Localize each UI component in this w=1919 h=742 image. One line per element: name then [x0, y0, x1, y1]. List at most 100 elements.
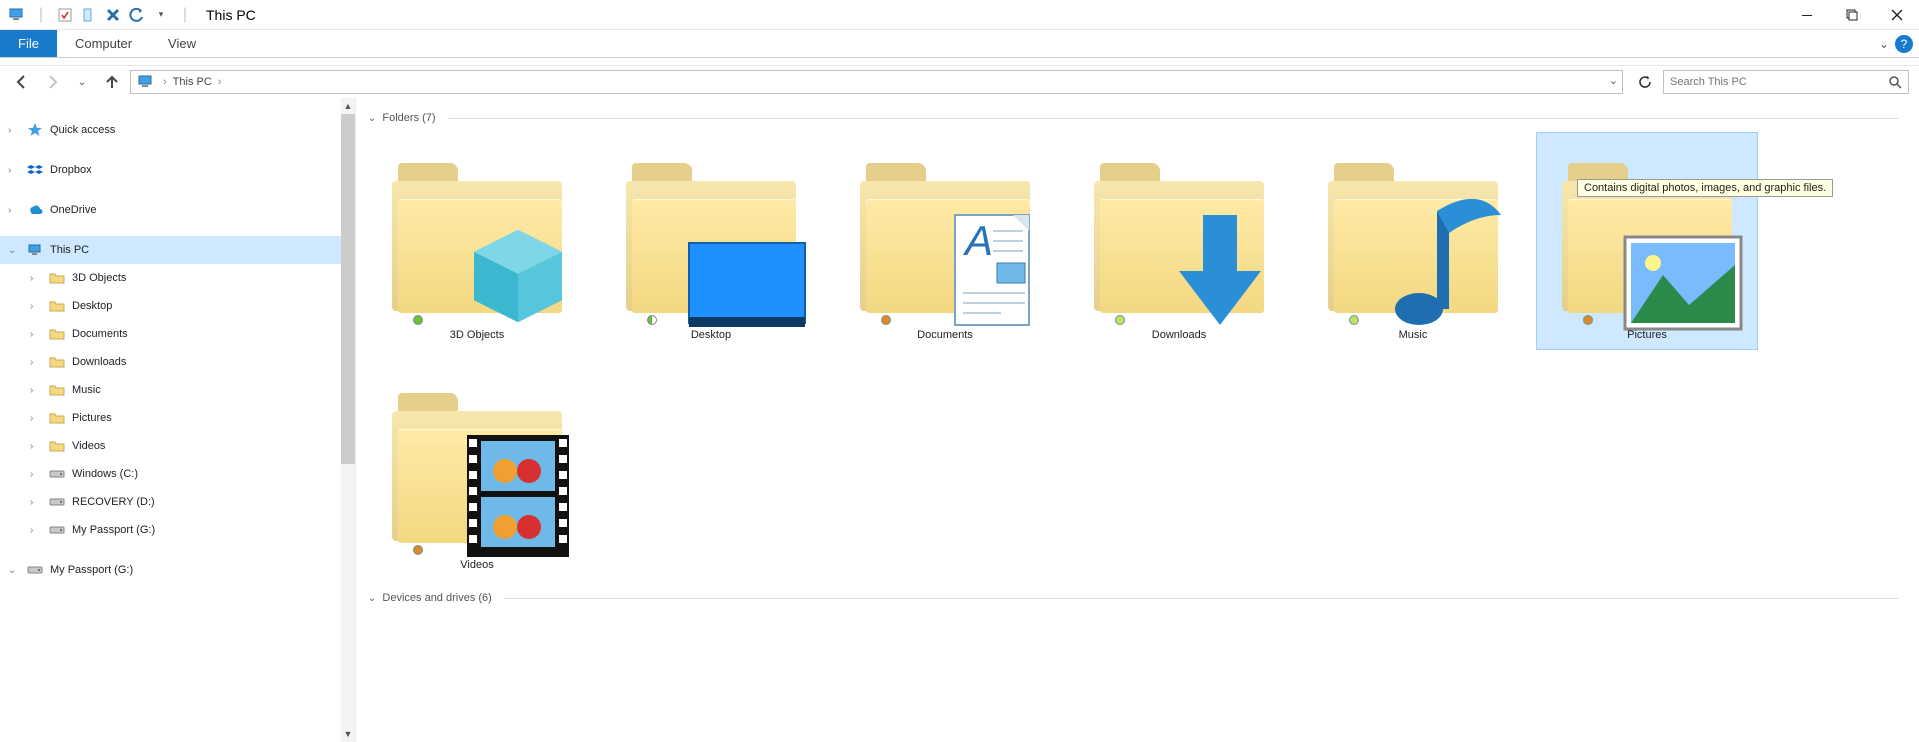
tree-label: Videos — [72, 440, 105, 452]
tree-label: Quick access — [50, 124, 115, 136]
new-folder-icon[interactable] — [78, 4, 100, 26]
ribbon-collapse-icon[interactable]: ⌄ — [1879, 37, 1889, 51]
address-pc-icon — [137, 73, 155, 91]
onedrive-icon — [26, 201, 44, 219]
tree-item[interactable]: ›Desktop — [0, 292, 355, 320]
tree-item-quick-access[interactable]: › Quick access — [0, 116, 355, 144]
chevron-right-icon[interactable]: › — [161, 76, 169, 88]
nav-scrollbar[interactable]: ▲ ▼ — [341, 98, 355, 742]
tree-item[interactable]: ›Windows (C:) — [0, 460, 355, 488]
group-header-devices[interactable]: ⌄ Devices and drives (6) — [368, 592, 1899, 604]
tree-item-onedrive[interactable]: › OneDrive — [0, 196, 355, 224]
qat-separator: | — [30, 4, 52, 26]
folder-tile-videos[interactable]: Videos — [366, 362, 588, 580]
tab-computer[interactable]: Computer — [57, 30, 150, 57]
close-button[interactable] — [1874, 0, 1919, 30]
folder-tile-desktop[interactable]: Desktop — [600, 132, 822, 350]
ribbon-bottom-rule — [0, 58, 1919, 66]
svg-text:A: A — [962, 217, 993, 264]
tree-label: Desktop — [72, 300, 112, 312]
tree-item[interactable]: ›My Passport (G:) — [0, 516, 355, 544]
tree-label: This PC — [50, 244, 89, 256]
pc-icon — [6, 4, 28, 26]
properties-icon[interactable] — [54, 4, 76, 26]
back-button[interactable] — [10, 70, 34, 94]
navigation-row: ⌄ › This PC › ⌄ — [0, 66, 1919, 98]
tree-label: 3D Objects — [72, 272, 126, 284]
window-controls — [1784, 0, 1919, 30]
folder-tile-3d-objects[interactable]: 3D Objects — [366, 132, 588, 350]
scroll-down-icon[interactable]: ▼ — [341, 726, 355, 742]
folder-icon-large — [1089, 153, 1269, 323]
folder-tile-music[interactable]: Music — [1302, 132, 1524, 350]
nav-tree: › Quick access › Dropbox › OneDrive ⌄ Th… — [0, 98, 355, 584]
window-title: This PC — [206, 7, 256, 23]
tab-file[interactable]: File — [0, 30, 57, 57]
tree-item[interactable]: ›Pictures — [0, 404, 355, 432]
folder-icon-large — [387, 153, 567, 323]
drive-icon — [26, 561, 44, 579]
tree-item-my-passport[interactable]: ⌄ My Passport (G:) — [0, 556, 355, 584]
star-icon — [26, 121, 44, 139]
folder-icon-large — [387, 383, 567, 553]
breadcrumb-this-pc[interactable]: This PC — [169, 76, 216, 88]
tree-item[interactable]: ›RECOVERY (D:) — [0, 488, 355, 516]
folder-icon — [48, 353, 66, 371]
tree-label: Music — [72, 384, 101, 396]
folder-icon — [48, 409, 66, 427]
address-bar[interactable]: › This PC › ⌄ — [130, 70, 1623, 94]
tree-item-this-pc[interactable]: ⌄ This PC — [0, 236, 355, 264]
sync-status-icon — [1115, 315, 1125, 325]
sync-status-icon — [647, 315, 657, 325]
folder-tile-documents[interactable]: ADocuments — [834, 132, 1056, 350]
chevron-down-icon: ⌄ — [368, 113, 376, 124]
maximize-button[interactable] — [1829, 0, 1874, 30]
group-header-folders[interactable]: ⌄ Folders (7) — [368, 112, 1899, 124]
tab-view[interactable]: View — [150, 30, 214, 57]
qat-separator-2: | — [174, 4, 196, 26]
search-input[interactable] — [1670, 76, 1888, 88]
chevron-right-icon-2[interactable]: › — [216, 76, 224, 88]
undo-icon[interactable] — [126, 4, 148, 26]
tree-label: OneDrive — [50, 204, 96, 216]
drive-icon — [48, 465, 66, 483]
folder-tile-downloads[interactable]: Downloads — [1068, 132, 1290, 350]
tree-item[interactable]: ›Music — [0, 376, 355, 404]
pc-icon — [26, 241, 44, 259]
search-box[interactable] — [1663, 70, 1909, 94]
refresh-button[interactable] — [1633, 70, 1657, 94]
folder-icon — [48, 325, 66, 343]
help-button[interactable]: ? — [1895, 35, 1913, 53]
tree-label: Pictures — [72, 412, 112, 424]
forward-button[interactable] — [40, 70, 64, 94]
scroll-up-icon[interactable]: ▲ — [341, 98, 355, 114]
tree-item[interactable]: ›3D Objects — [0, 264, 355, 292]
title-bar: | ▾ | This PC — [0, 0, 1919, 30]
sync-status-icon — [1349, 315, 1359, 325]
ribbon-tabs: File Computer View ⌄ ? — [0, 30, 1919, 58]
group-title: Devices and drives (6) — [382, 592, 491, 604]
folder-icon-large — [1323, 153, 1503, 323]
navigation-pane: › Quick access › Dropbox › OneDrive ⌄ Th… — [0, 98, 356, 742]
tree-label: My Passport (G:) — [50, 564, 133, 576]
up-button[interactable] — [100, 70, 124, 94]
folder-icon-large — [621, 153, 801, 323]
search-icon[interactable] — [1888, 75, 1902, 89]
folder-icon — [48, 437, 66, 455]
delete-icon[interactable] — [102, 4, 124, 26]
address-history-dropdown[interactable]: ⌄ — [1609, 74, 1618, 87]
tree-item[interactable]: ›Downloads — [0, 348, 355, 376]
dropbox-icon — [26, 161, 44, 179]
scroll-thumb[interactable] — [341, 114, 355, 464]
tree-item-dropbox[interactable]: › Dropbox — [0, 156, 355, 184]
tree-item[interactable]: ›Documents — [0, 320, 355, 348]
minimize-button[interactable] — [1784, 0, 1829, 30]
recent-locations-dropdown[interactable]: ⌄ — [70, 70, 94, 94]
folder-icon — [48, 269, 66, 287]
folder-tile-pictures[interactable]: Contains digital photos, images, and gra… — [1536, 132, 1758, 350]
quick-access-toolbar: | ▾ | — [0, 4, 196, 26]
content-pane: ⌄ Folders (7) 3D ObjectsDesktopADocument… — [356, 98, 1919, 742]
tree-item[interactable]: ›Videos — [0, 432, 355, 460]
explorer-body: › Quick access › Dropbox › OneDrive ⌄ Th… — [0, 98, 1919, 742]
qat-dropdown-icon[interactable]: ▾ — [150, 4, 172, 26]
